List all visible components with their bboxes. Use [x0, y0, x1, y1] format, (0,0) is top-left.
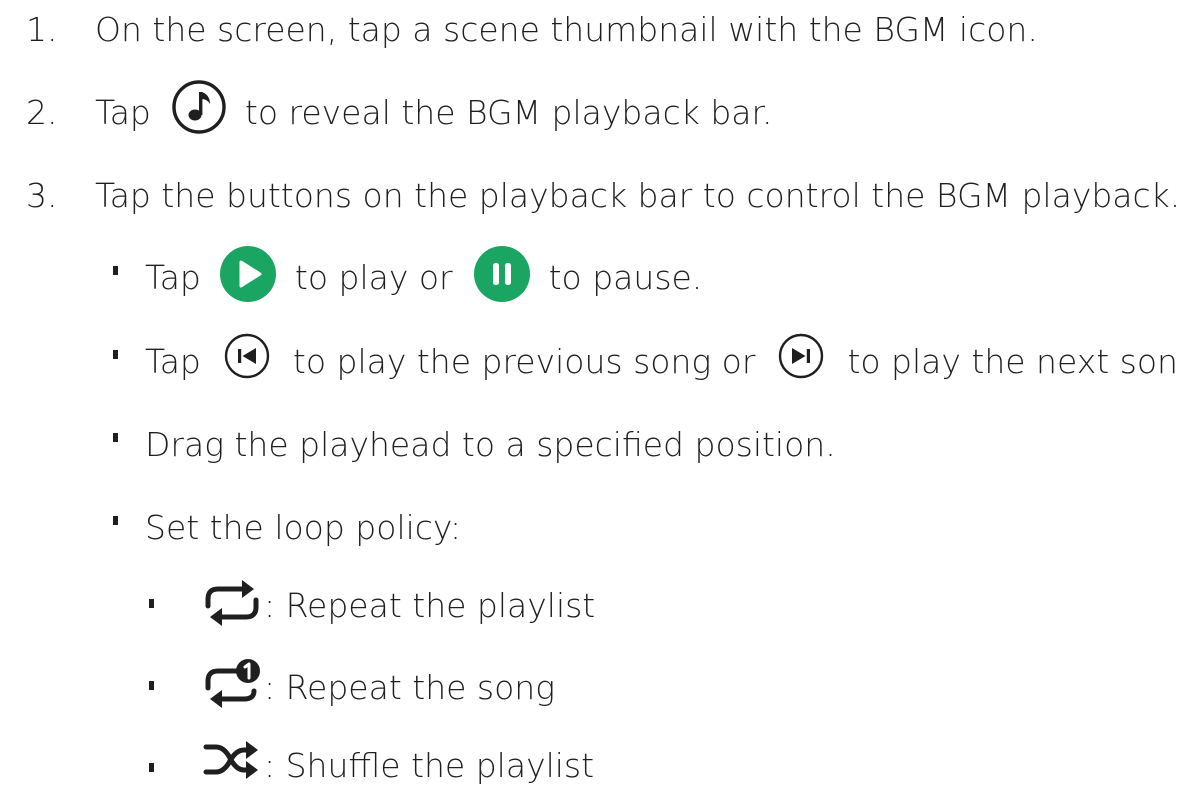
bullet-marker — [149, 763, 154, 772]
bullet-play-pause: Tap to play or to pause. — [145, 246, 703, 302]
bullet-text-after: to pause. — [548, 258, 703, 297]
step-number: 2. — [26, 93, 58, 132]
step-2: 2. Tap to reveal the BGM playback bar. — [0, 80, 1179, 134]
bullet-marker — [113, 350, 118, 359]
loop-option-repeat-playlist: : Repeat the playlist — [200, 580, 596, 626]
step-number: 3. — [26, 176, 58, 215]
bullet-drag: Drag the playhead to a specified positio… — [145, 425, 836, 465]
repeat-song-icon — [205, 659, 260, 708]
play-icon — [219, 246, 276, 302]
step-text: Tap the buttons on the playback bar to c… — [95, 176, 1179, 215]
step-text-before: Tap — [95, 93, 151, 132]
bullet-text: Set the loop policy: — [145, 508, 462, 547]
bullet-text-middle: to play the previous song or — [292, 342, 756, 381]
bullet-text-before: Tap — [145, 342, 201, 381]
music-note-circle-icon — [172, 80, 226, 134]
loop-option-text: : Shuffle the playlist — [264, 746, 595, 785]
step-text-after: to reveal the BGM playback bar. — [244, 93, 773, 132]
loop-option-repeat-song: : Repeat the song — [200, 659, 556, 708]
bullet-text-middle: to play or — [294, 258, 453, 297]
bullet-marker — [113, 516, 118, 525]
bullet-marker — [113, 266, 118, 275]
bullet-marker — [113, 433, 118, 442]
previous-icon — [224, 333, 270, 379]
next-icon — [779, 333, 824, 379]
bullet-text: Drag the playhead to a specified positio… — [145, 425, 836, 464]
bullet-marker — [149, 599, 154, 608]
pause-icon — [473, 246, 530, 302]
bullet-loop: Set the loop policy: — [145, 508, 461, 548]
loop-option-text: : Repeat the playlist — [264, 586, 596, 625]
step-text: On the screen, tap a scene thumbnail wit… — [95, 10, 1038, 49]
loop-option-shuffle: : Shuffle the playlist — [200, 741, 595, 786]
bullet-marker — [149, 681, 154, 690]
bullet-text-before: Tap — [145, 258, 201, 297]
repeat-playlist-icon — [205, 580, 259, 626]
step-number: 1. — [26, 10, 58, 49]
bullet-text-after: to play the next song. — [847, 342, 1179, 381]
bullet-prev-next: Tap to play the previous song or to play… — [145, 333, 1179, 382]
shuffle-icon — [203, 741, 258, 779]
loop-option-text: : Repeat the song — [264, 668, 556, 707]
